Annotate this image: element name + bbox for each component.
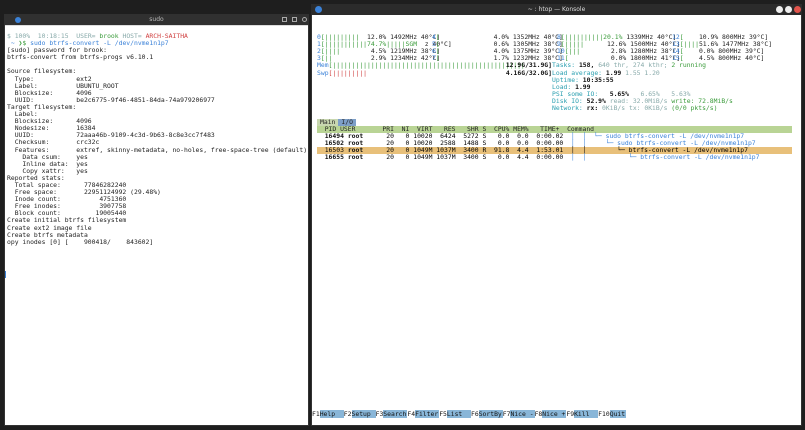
titlebar-left[interactable]: sudo bbox=[4, 14, 309, 25]
user-cell: root bbox=[347, 153, 364, 162]
swap-value: 4.16G/32.0G] bbox=[505, 68, 552, 77]
fkey-f8[interactable]: F8Nice + bbox=[535, 410, 567, 418]
pid-cell: 16655 bbox=[324, 153, 344, 162]
fkey-label: Filter bbox=[415, 410, 440, 418]
maximize-icon[interactable] bbox=[292, 17, 297, 22]
stat-extra: tx: 0KiB/s bbox=[628, 104, 672, 112]
command-cell: │ │ └─ btrfs-convert -L /dev/nvme1n1p7 bbox=[570, 153, 760, 162]
swap-meter: Swp[||||||||| 4.16G/32.0G] bbox=[317, 68, 552, 77]
terminal-line: Target filesystem: bbox=[7, 103, 307, 111]
terminal-text: opy inodes [0] [ 900418/ 843602] bbox=[7, 237, 154, 246]
window-title-right: ~ : htop — Konsole bbox=[527, 6, 586, 13]
fkey-number: F5 bbox=[439, 410, 447, 418]
stat-extra: (0/0 pkts/s) bbox=[671, 104, 718, 112]
stat-extra: 1.55 bbox=[625, 68, 645, 77]
fkey-number: F1 bbox=[312, 410, 320, 418]
terminal-line: btrfs-convert from btrfs-progs v6.10.1 bbox=[7, 54, 307, 61]
htop-meters: 0[||||||||| 12.0% 1492MHz 40°C] 1[|||||||… bbox=[317, 34, 797, 419]
window-title-left: sudo bbox=[149, 16, 164, 23]
cpu-temp: 40°C] bbox=[745, 54, 765, 63]
fkey-label: List bbox=[446, 410, 471, 418]
stat-extra: 0KiB/s bbox=[602, 104, 629, 112]
fkey-f1[interactable]: F1Help bbox=[312, 410, 344, 418]
fkey-number: F10 bbox=[598, 410, 610, 418]
fkey-f10[interactable]: F10Quit bbox=[598, 410, 627, 418]
terminal-text: /dev/nvme1n1p7 bbox=[114, 39, 169, 48]
function-key-bar[interactable]: F1Help F2Setup F3SearchF4FilterF5List F6… bbox=[312, 410, 627, 419]
stat-extra: 2 running bbox=[671, 61, 706, 70]
divider bbox=[5, 25, 308, 26]
fkey-f5[interactable]: F5List bbox=[439, 410, 471, 418]
fkey-f9[interactable]: F9Kill bbox=[566, 410, 599, 418]
fkey-number: F6 bbox=[470, 410, 479, 418]
fkey-number: F4 bbox=[407, 410, 416, 418]
terminal-output-left[interactable]: $ 100% 10:18:15 USER= brook HOST= ARCH-S… bbox=[7, 33, 307, 423]
terminal-line: opy inodes [0] [ 900418/ 843602] bbox=[7, 237, 307, 246]
fkey-f6[interactable]: F6SortBy bbox=[470, 410, 503, 418]
swap-label: Swp bbox=[317, 68, 329, 77]
fkey-number: F2 bbox=[343, 410, 352, 418]
fkey-label: SortBy bbox=[478, 410, 503, 418]
fkey-label: Kill bbox=[574, 410, 599, 418]
fkey-f2[interactable]: F2Setup bbox=[343, 410, 376, 418]
fkey-label: Setup bbox=[351, 410, 376, 418]
system-stat: Network: rx: 0KiB/s tx: 0KiB/s (0/0 pkts… bbox=[552, 104, 718, 112]
stats-cell: 20 0 1049M 1037M 3400 S 0.0 4.4 0:00.00 bbox=[363, 153, 571, 162]
maximize-icon[interactable] bbox=[785, 6, 792, 13]
close-icon[interactable] bbox=[794, 6, 801, 13]
fkey-label: Help bbox=[319, 410, 344, 418]
fkey-label: Quit bbox=[609, 410, 627, 418]
minimize-icon[interactable] bbox=[776, 6, 783, 13]
table-row[interactable]: 16655 root 20 0 1049M 1037M 3400 S 0.0 4… bbox=[317, 154, 792, 161]
cpu-freq: 800MHz bbox=[714, 54, 746, 63]
fkey-label: Search bbox=[383, 410, 408, 418]
fkey-f4[interactable]: F4Filter bbox=[407, 410, 440, 418]
stat-label: Network: bbox=[552, 104, 587, 112]
swap-bar: [||||||||| bbox=[328, 68, 368, 77]
cursor-marker bbox=[5, 271, 6, 278]
fkey-label: Nice + bbox=[542, 410, 567, 418]
terminal-text: btrfs-convert from btrfs-progs v6.10.1 bbox=[7, 53, 154, 62]
fkey-f3[interactable]: F3Search bbox=[376, 410, 408, 418]
stat-value: rx: bbox=[586, 104, 603, 112]
stat-extra: 1.20 bbox=[644, 68, 660, 77]
fkey-f7[interactable]: F7Nice - bbox=[503, 410, 535, 418]
minimize-icon[interactable] bbox=[282, 17, 287, 22]
fkey-label: Nice - bbox=[510, 410, 535, 418]
close-icon[interactable] bbox=[302, 17, 307, 22]
titlebar-right[interactable]: ~ : htop — Konsole bbox=[311, 4, 802, 15]
fkey-number: F9 bbox=[566, 410, 575, 418]
